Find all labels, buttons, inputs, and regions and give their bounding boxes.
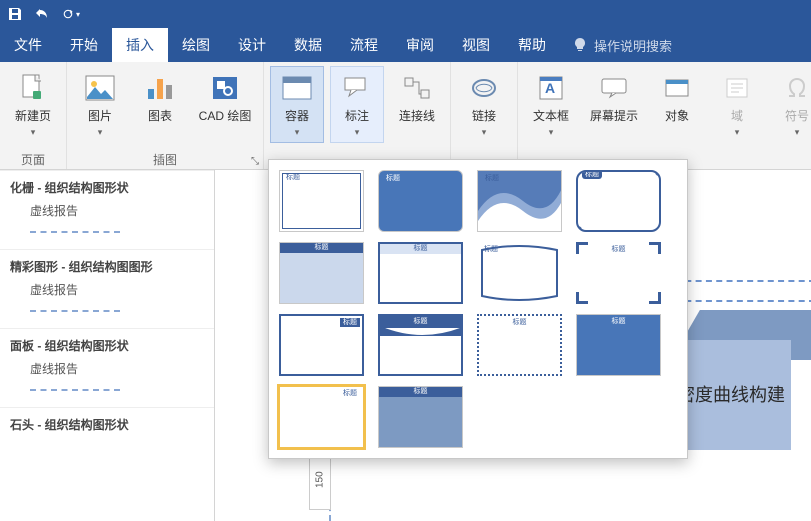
group-page: 新建页 ▾ 页面 xyxy=(0,62,67,169)
connector-icon xyxy=(400,71,434,105)
save-icon[interactable] xyxy=(6,5,24,23)
quick-access-toolbar: ▾ xyxy=(0,0,811,28)
field-button: 域 ▾ xyxy=(710,66,764,143)
container-style-13[interactable]: 标题 xyxy=(279,386,364,448)
container-style-14[interactable]: 标题 xyxy=(378,386,463,448)
chevron-down-icon: ▾ xyxy=(355,127,360,139)
chevron-down-icon: ▾ xyxy=(549,127,554,139)
cube-text: 密度曲线构建 xyxy=(671,340,791,450)
ribbon-tabs: 文件 开始 插入 绘图 设计 数据 流程 审阅 视图 帮助 操作说明搜索 xyxy=(0,28,811,62)
object-icon xyxy=(660,71,694,105)
tab-insert[interactable]: 插入 xyxy=(112,28,168,62)
textbox-button[interactable]: A 文本框 ▾ xyxy=(524,66,578,143)
tell-me-search[interactable]: 操作说明搜索 xyxy=(560,28,684,62)
container-style-10[interactable]: 标题 xyxy=(378,314,463,376)
picture-button[interactable]: 图片 ▾ xyxy=(73,66,127,143)
container-style-3[interactable]: 标题 xyxy=(477,170,562,232)
tab-review[interactable]: 审阅 xyxy=(392,28,448,62)
tab-design[interactable]: 设计 xyxy=(224,28,280,62)
container-style-1[interactable]: 标题 xyxy=(279,170,364,232)
guide-line xyxy=(675,280,811,282)
container-style-7[interactable]: 标题 xyxy=(477,242,562,304)
chevron-down-icon: ▾ xyxy=(482,127,487,139)
shape-category[interactable]: 面板 - 组织结构图形状 xyxy=(0,328,214,356)
picture-icon xyxy=(83,71,117,105)
redo-dropdown-icon[interactable]: ▾ xyxy=(62,5,80,23)
group-illustrations: 图片 ▾ 图表 CAD 绘图 插图⤡ xyxy=(67,62,264,169)
chart-button[interactable]: 图表 xyxy=(133,66,187,130)
dialog-launcher-icon[interactable]: ⤡ xyxy=(251,156,259,167)
shape-category[interactable]: 石头 - 组织结构图形状 xyxy=(0,407,214,435)
cube-shape[interactable]: 密度曲线构建 xyxy=(671,310,811,450)
new-page-icon xyxy=(16,71,50,105)
tab-data[interactable]: 数据 xyxy=(280,28,336,62)
link-icon xyxy=(467,71,501,105)
dashed-line-preview xyxy=(30,310,120,312)
container-style-5[interactable]: 标题 xyxy=(279,242,364,304)
container-icon xyxy=(280,71,314,105)
tab-help[interactable]: 帮助 xyxy=(504,28,560,62)
tab-process[interactable]: 流程 xyxy=(336,28,392,62)
symbol-icon xyxy=(780,71,811,105)
chevron-down-icon: ▾ xyxy=(795,127,800,139)
connector-button[interactable]: 连接线 xyxy=(390,66,444,130)
hyperlink-button[interactable]: 链接 ▾ xyxy=(457,66,511,143)
chevron-down-icon: ▾ xyxy=(98,127,103,139)
new-page-button[interactable]: 新建页 ▾ xyxy=(6,66,60,143)
dashed-line-preview xyxy=(30,231,120,233)
screentip-button[interactable]: 屏幕提示 xyxy=(584,66,644,130)
dashed-line-preview xyxy=(30,389,120,391)
undo-icon[interactable] xyxy=(34,5,52,23)
container-style-4[interactable]: 标题 xyxy=(576,170,661,232)
chevron-down-icon: ▾ xyxy=(735,127,740,139)
chart-icon xyxy=(143,71,177,105)
shape-item[interactable]: 虚线报告 xyxy=(0,277,214,300)
container-style-12[interactable]: 标题 xyxy=(576,314,661,376)
container-style-11[interactable]: 标题 xyxy=(477,314,562,376)
tell-me-text: 操作说明搜索 xyxy=(594,36,672,55)
group-text: A 文本框 ▾ 屏幕提示 对象 域 ▾ 符号 ▾ xyxy=(518,62,811,169)
group-links: 链接 ▾ xyxy=(451,62,518,169)
guide-line xyxy=(675,300,811,302)
group-label-illustrations: 插图⤡ xyxy=(67,149,263,169)
container-style-8[interactable]: 标题 xyxy=(576,242,661,304)
chevron-down-icon: ▾ xyxy=(295,127,300,139)
object-button[interactable]: 对象 xyxy=(650,66,704,130)
container-button[interactable]: 容器 ▾ xyxy=(270,66,324,143)
container-style-6[interactable]: 标题 xyxy=(378,242,463,304)
cad-icon xyxy=(208,71,242,105)
ruler-mark: 150 xyxy=(309,450,331,510)
ribbon: 新建页 ▾ 页面 图片 ▾ 图表 CAD 绘图 插图⤡ xyxy=(0,62,811,170)
chevron-down-icon: ▾ xyxy=(31,127,36,139)
group-container: 容器 ▾ 标注 ▾ 连接线 xyxy=(264,62,451,169)
screentip-icon xyxy=(597,71,631,105)
lightbulb-icon xyxy=(572,37,588,53)
container-gallery: 标题 标题 标题 标题 标题 标题 标题 标题 标题 标题 标题 标题 标题 标… xyxy=(268,159,688,459)
shape-item[interactable]: 虚线报告 xyxy=(0,356,214,379)
group-label-page: 页面 xyxy=(0,149,66,169)
shape-item[interactable]: 虚线报告 xyxy=(0,198,214,221)
shapes-pane[interactable]: 化栅 - 组织结构图形状 虚线报告 精彩图形 - 组织结构图图形 虚线报告 面板… xyxy=(0,170,215,521)
container-style-2[interactable]: 标题 xyxy=(378,170,463,232)
tab-view[interactable]: 视图 xyxy=(448,28,504,62)
tab-file[interactable]: 文件 xyxy=(0,28,56,62)
field-icon xyxy=(720,71,754,105)
shape-category[interactable]: 化栅 - 组织结构图形状 xyxy=(0,170,214,198)
tab-home[interactable]: 开始 xyxy=(56,28,112,62)
cad-button[interactable]: CAD 绘图 xyxy=(193,66,257,130)
container-style-9[interactable]: 标题 xyxy=(279,314,364,376)
callout-button[interactable]: 标注 ▾ xyxy=(330,66,384,143)
symbol-button: 符号 ▾ xyxy=(770,66,811,143)
svg-text:A: A xyxy=(545,80,555,96)
textbox-icon: A xyxy=(534,71,568,105)
tab-draw[interactable]: 绘图 xyxy=(168,28,224,62)
callout-icon xyxy=(340,71,374,105)
shape-category[interactable]: 精彩图形 - 组织结构图图形 xyxy=(0,249,214,277)
